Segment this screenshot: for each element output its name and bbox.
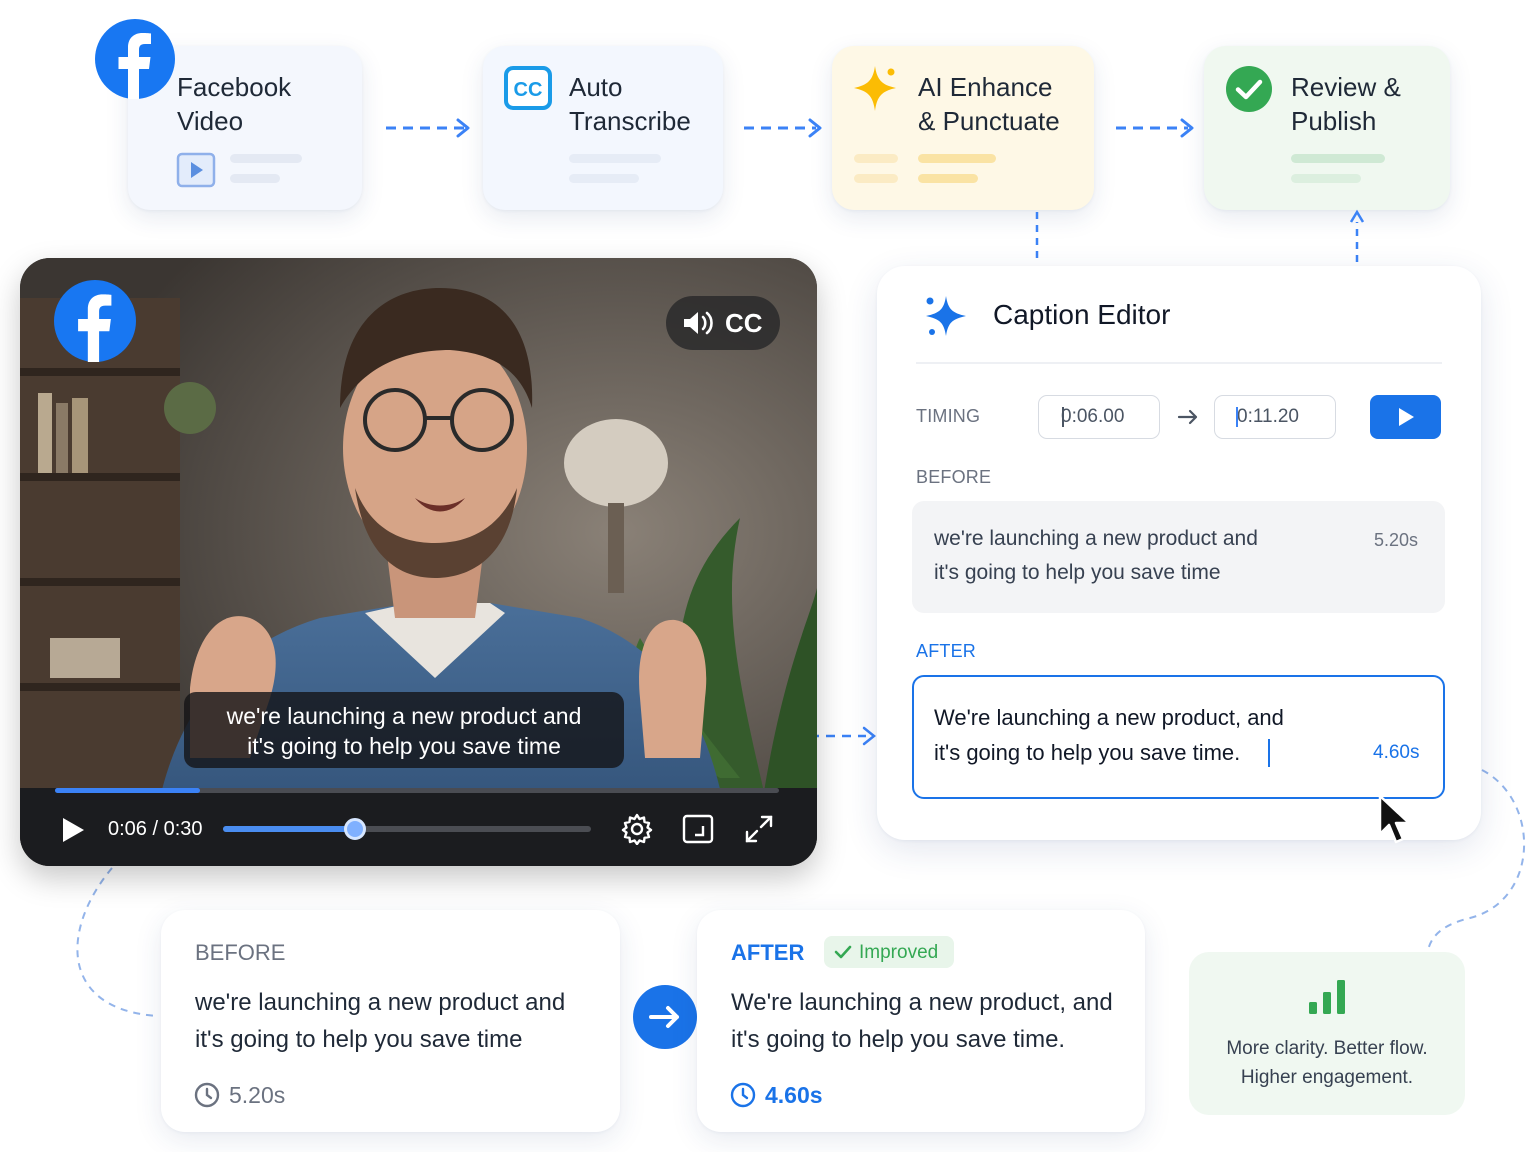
after-card: AFTER Improved We're launching a new pro… <box>697 910 1145 1132</box>
end-time-value: 0:11.20 <box>1237 406 1299 427</box>
improved-badge: Improved <box>824 936 954 968</box>
text-cursor <box>1268 739 1270 767</box>
bar-chart-icon <box>1309 980 1345 1014</box>
caption-line: it's going to help you save time. <box>731 1026 1066 1053</box>
miniplayer-icon[interactable] <box>682 814 714 844</box>
arrow-right-icon <box>633 985 697 1049</box>
clock-icon <box>194 1082 220 1108</box>
volume-fill <box>223 826 356 832</box>
caption-line: it's going to help you save time <box>934 561 1221 584</box>
editor-title: Caption Editor <box>993 299 1171 330</box>
timing-label: TIMING <box>916 406 981 426</box>
text-cursor <box>1236 407 1238 427</box>
insight-line: More clarity. Better flow. <box>1226 1038 1428 1059</box>
arrow-right-icon <box>1177 409 1198 425</box>
fullscreen-icon[interactable] <box>744 814 774 844</box>
time-display: 0:06 / 0:30 <box>108 818 203 840</box>
play-preview-button[interactable] <box>1370 395 1441 439</box>
caption-line: it's going to help you save time <box>195 1026 523 1053</box>
after-card-duration: 4.60s <box>765 1082 823 1108</box>
settings-gear-icon[interactable] <box>621 813 653 845</box>
volume-slider[interactable] <box>223 818 591 840</box>
insight-line: Higher engagement. <box>1240 1067 1414 1088</box>
improved-label: Improved <box>859 942 939 963</box>
before-caption-box: we're launching a new product and it's g… <box>912 501 1445 613</box>
after-caption-input[interactable]: We're launching a new product, and it's … <box>912 675 1445 799</box>
facebook-icon <box>54 280 136 362</box>
mouse-cursor-icon <box>1378 794 1411 844</box>
text-cursor <box>1062 407 1064 427</box>
start-time-input[interactable]: 0:06.00 <box>1038 395 1160 439</box>
caption-line: we're launching a new product and <box>195 989 566 1016</box>
caption-line: we're launching a new product and <box>226 703 582 729</box>
caption-line: it's going to help you save time <box>247 733 561 759</box>
insight-card: More clarity. Better flow. Higher engage… <box>1189 952 1465 1115</box>
cc-label: CC <box>725 308 763 338</box>
sparkle-icon <box>926 296 966 336</box>
caption-line: We're launching a new product, and <box>934 705 1284 730</box>
before-card-label: BEFORE <box>195 940 286 965</box>
start-time-value: 0:06.00 <box>1061 406 1125 427</box>
divider <box>916 362 1442 364</box>
before-duration: 5.20s <box>1374 530 1419 550</box>
caption-line: it's going to help you save time. <box>934 740 1241 765</box>
cc-toggle-button[interactable]: CC <box>666 296 780 350</box>
after-card-label: AFTER <box>731 940 805 965</box>
caption-line: We're launching a new product, and <box>731 989 1113 1016</box>
clock-icon <box>730 1082 756 1108</box>
check-icon <box>834 945 852 959</box>
end-time-input[interactable]: 0:11.20 <box>1214 395 1336 439</box>
before-label: BEFORE <box>916 467 992 487</box>
before-card-duration: 5.20s <box>229 1082 286 1108</box>
play-icon <box>1399 408 1414 426</box>
progress-fill <box>55 788 200 793</box>
caption-line: we're launching a new product and <box>934 527 1258 550</box>
progress-track[interactable] <box>55 788 779 793</box>
volume-icon <box>684 311 713 335</box>
after-label: AFTER <box>916 641 977 661</box>
after-duration: 4.60s <box>1373 742 1420 763</box>
video-caption-overlay: we're launching a new product and it's g… <box>184 692 624 768</box>
player-controls: 0:06 / 0:30 <box>20 788 817 866</box>
volume-knob[interactable] <box>344 818 367 840</box>
before-card: BEFORE we're launching a new product and… <box>161 910 620 1132</box>
play-icon[interactable] <box>60 816 86 844</box>
